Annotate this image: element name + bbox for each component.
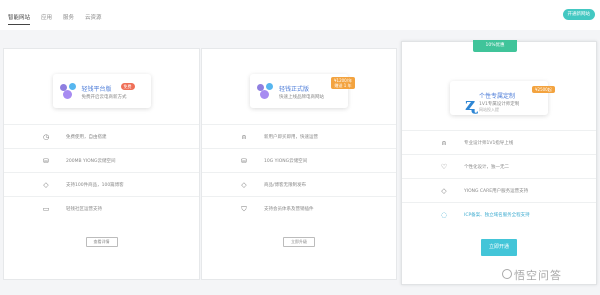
plan-header: 轻钱平台版 免费 免费开启云电商新方式 [52, 74, 151, 108]
feature-text: 200MB YIONG云储空间 [66, 158, 116, 164]
tab-cloud-resources[interactable]: 云资源 [85, 13, 102, 25]
feature-item: ◇ 支持100件商品，100篇博客 [4, 172, 199, 196]
feature-item: ▭ 轻钱社区运营支持 [4, 196, 199, 220]
feature-item: ⛁ 200MB YIONG云储空间 [4, 148, 199, 172]
feature-text: 个性化设计，独一无二 [464, 164, 509, 170]
monitor-icon: ▭ [42, 204, 50, 213]
heart-icon: ♡ [440, 162, 448, 171]
feature-text: 支持会员体系及营销插件 [264, 206, 314, 212]
open-now-button[interactable]: 立即开通 [481, 239, 517, 256]
tab-apps[interactable]: 应用 [41, 13, 52, 25]
plan-title: 个性专属定制 [479, 93, 516, 100]
butterfly-logo-icon [59, 82, 78, 100]
s-logo-icon: ʐ [465, 94, 476, 115]
discount-ribbon: 10%优惠 [473, 40, 517, 52]
feature-text: 新用户即买即用，快速运营 [264, 134, 318, 140]
free-badge: 免费 [120, 83, 135, 90]
watermark: 悟空问答 [502, 266, 592, 282]
plan-subtitle-secondary: 网站投入提 [479, 107, 499, 112]
feature-item: ♡ 个性化设计，独一无二 [402, 154, 596, 178]
wukong-logo-icon [502, 269, 512, 279]
feature-text: 商品/博客无限制发布 [264, 182, 307, 188]
plan-header: 轻钱正式版 快速上线品牌电商网站 ¥1200/年 赠送 1 年 [250, 74, 356, 108]
feature-item: ⍝ 新用户即买即用，快速运营 [202, 124, 396, 148]
plan-card-platform: 轻钱平台版 免费 免费开启云电商新方式 ◷ 免费使用，自由搭建 ⛁ 200MB … [3, 48, 200, 280]
plan-title: 轻钱平台版 [81, 86, 112, 93]
price-badge-line2: 赠送 1 年 [334, 83, 352, 88]
plan-subtitle: 免费开启云电商新方式 [81, 95, 127, 100]
tag-icon: ◇ [441, 186, 447, 195]
feature-list: ⍝ 新用户即买即用，快速运营 ⛁ 10G YIONG云储空间 ◇ 商品/博客无限… [202, 124, 396, 220]
tab-list: 智能网站 应用 服务 云资源 [8, 13, 102, 25]
feature-item: ◇ 商品/博客无限制发布 [202, 172, 396, 196]
tab-smart-website[interactable]: 智能网站 [8, 13, 31, 25]
feature-text: 轻钱社区运营支持 [66, 206, 102, 212]
feature-text: ICP备案、独立域名服务全程支持 [464, 212, 530, 218]
feature-text: 10G YIONG云储空间 [264, 158, 308, 164]
plan-header: ʐ 个性专属定制 ¥2500起 1V1专属设计师定制 网站投入提 [450, 81, 555, 115]
plan-subtitle: 快速上线品牌电商网站 [279, 95, 324, 100]
database-icon: ⛁ [241, 156, 247, 165]
feature-list: ◷ 免费使用，自由搭建 ⛁ 200MB YIONG云储空间 ◇ 支持100件商品… [4, 124, 199, 220]
feature-text: 免费使用，自由搭建 [66, 134, 107, 140]
plan-card-official: 轻钱正式版 快速上线品牌电商网站 ¥1200/年 赠送 1 年 ⍝ 新用户即买即… [201, 48, 397, 280]
clock-icon: ◷ [42, 132, 50, 141]
butterfly-logo-icon [257, 82, 275, 100]
feature-item: ◷ 免费使用，自由搭建 [4, 124, 199, 148]
feature-text: YIONG CARE用户服务运营支持 [464, 188, 529, 194]
watermark-text: 悟空问答 [514, 269, 562, 282]
price-badge: ¥1200/年 赠送 1 年 [331, 77, 356, 89]
feature-item: ⛉ 支持会员体系及营销插件 [202, 196, 396, 220]
new-website-button[interactable]: 开通新网站 [562, 9, 595, 20]
user-icon: ⍝ [241, 132, 247, 141]
feature-list: ⍝ 专业设计师1V1指导上线 ♡ 个性化设计，独一无二 ◇ YIONG CARE… [402, 130, 596, 226]
price-badge: ¥2500起 [532, 86, 555, 93]
feature-item-link[interactable]: ◌ ICP备案、独立域名服务全程支持 [402, 202, 596, 226]
feature-item: ⍝ 专业设计师1V1指导上线 [402, 130, 596, 154]
feature-text: 专业设计师1V1指导上线 [464, 140, 514, 146]
user-icon: ⍝ [441, 138, 447, 147]
upgrade-button[interactable]: 立即升级 [283, 237, 315, 247]
plan-title: 轻钱正式版 [279, 86, 310, 93]
view-details-button[interactable]: 查看详情 [85, 237, 118, 247]
tab-services[interactable]: 服务 [63, 13, 74, 25]
top-navigation-bar: 智能网站 应用 服务 云资源 开通新网站 [0, 0, 600, 30]
tag-icon: ◇ [241, 180, 247, 189]
shield-icon: ⛉ [241, 204, 247, 213]
feature-text: 支持100件商品，100篇博客 [66, 182, 124, 188]
feature-item: ◇ YIONG CARE用户服务运营支持 [402, 178, 596, 202]
plan-card-custom: 10%优惠 ʐ 个性专属定制 ¥2500起 1V1专属设计师定制 网站投入提 ⍝… [401, 40, 597, 285]
database-icon: ⛁ [43, 156, 49, 165]
tag-icon: ◇ [43, 180, 49, 189]
feature-item: ⛁ 10G YIONG云储空间 [202, 148, 396, 172]
chat-icon: ◌ [440, 210, 448, 219]
